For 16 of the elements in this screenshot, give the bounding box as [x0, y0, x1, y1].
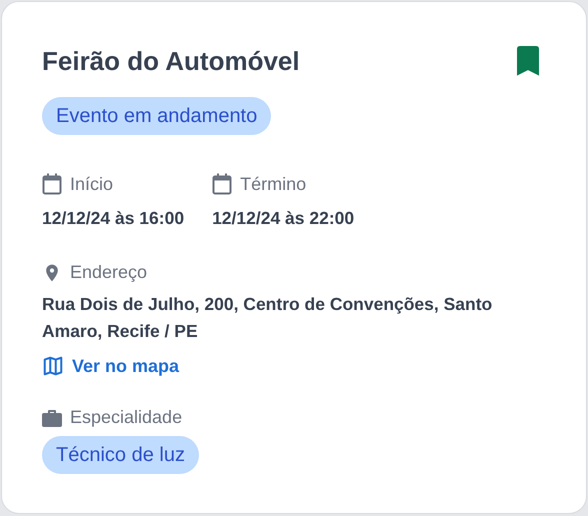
status-badge: Evento em andamento: [42, 97, 272, 135]
date-value: 12/12/24 às 22:00: [212, 207, 354, 230]
map-link[interactable]: Ver no mapa: [42, 355, 180, 377]
date-label: Início: [70, 174, 114, 194]
calendar-icon: [212, 173, 232, 195]
address-label: Endereço: [70, 262, 148, 283]
event-title: Feirão do Automóvel: [42, 46, 300, 77]
date-value: 12/12/24 às 16:00: [42, 207, 184, 230]
briefcase-icon: [42, 408, 62, 426]
specialty-tag: Técnico de luz: [42, 436, 199, 474]
bookmark-button[interactable]: [516, 46, 540, 76]
date-label: Término: [240, 174, 306, 194]
address-text: Rua Dois de Julho, 200, Centro de Convenções, Santo Amaro, Recife / PE: [42, 293, 494, 343]
specialty-label: Especialidade: [70, 407, 182, 428]
map-icon: [42, 355, 64, 377]
calendar-icon: [42, 173, 62, 195]
